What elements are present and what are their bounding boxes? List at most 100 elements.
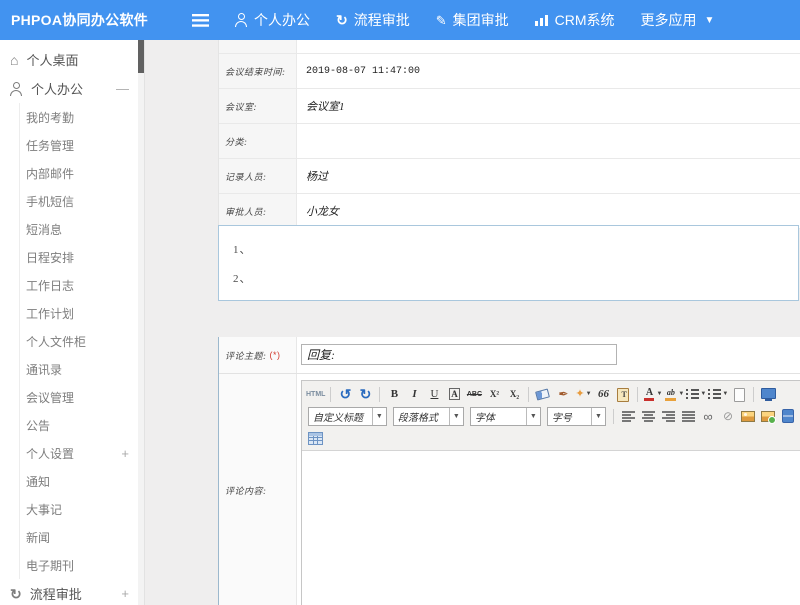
page-icon xyxy=(733,388,745,401)
sidebar-internal-mail[interactable]: 内部邮件 xyxy=(19,159,144,187)
heading-select[interactable]: 自定义标题▼ xyxy=(308,407,387,426)
remove-format-button[interactable] xyxy=(534,385,552,403)
unordered-list-button[interactable]: ▼ xyxy=(708,385,728,403)
font-family-select-value: 字体 xyxy=(471,409,526,424)
align-left-button[interactable] xyxy=(619,407,637,425)
sidebar-news-label: 新闻 xyxy=(26,529,50,546)
highlight-color-button[interactable]: ▼ xyxy=(664,385,684,403)
font-family-select[interactable]: 字体▼ xyxy=(470,407,541,426)
fullscreen-button[interactable] xyxy=(759,385,777,403)
nav-crm-system[interactable]: CRM系统 xyxy=(535,10,615,30)
subscript-button[interactable]: X₂ xyxy=(505,385,523,403)
sidebar-personal-office[interactable]: 个人办公— xyxy=(0,74,144,103)
row-empty-value xyxy=(297,40,800,53)
nav-workflow-approval[interactable]: ↻流程审批 xyxy=(336,10,410,30)
required-mark: (*) xyxy=(270,350,281,360)
list-ol-icon xyxy=(686,389,699,400)
justify-button[interactable] xyxy=(679,407,697,425)
insert-link-button[interactable]: ∞ xyxy=(699,407,717,425)
content-line: 1、 xyxy=(233,241,798,257)
list-ul-icon xyxy=(708,389,721,400)
minus-icon[interactable]: — xyxy=(116,82,129,95)
content-line: 2、 xyxy=(233,270,798,286)
toolbar-separator xyxy=(528,387,529,402)
caret-down-icon: ▼ xyxy=(372,408,386,425)
toolbar-separator xyxy=(379,387,380,402)
sidebar-meeting-management[interactable]: 会议管理 xyxy=(19,383,144,411)
sidebar-work-plan[interactable]: 工作计划 xyxy=(19,299,144,327)
nav-group-approval[interactable]: ✎集团审批 xyxy=(436,10,509,30)
comment-subject-input[interactable] xyxy=(301,344,617,365)
nav-personal-office[interactable]: 个人办公 xyxy=(235,10,310,30)
redo-button[interactable]: ↻ xyxy=(356,385,374,403)
hamburger-menu-icon[interactable] xyxy=(192,14,209,27)
sidebar-work-log[interactable]: 工作日志 xyxy=(19,271,144,299)
undo-button[interactable]: ↺ xyxy=(336,385,354,403)
sidebar-work-plan-label: 工作计划 xyxy=(26,305,74,322)
sidebar-schedule-label: 日程安排 xyxy=(26,249,74,266)
font-color-button[interactable]: ▼ xyxy=(643,385,662,403)
sidebar-task-management[interactable]: 任务管理 xyxy=(19,131,144,159)
plus-icon[interactable]: + xyxy=(121,447,129,460)
paragraph-format-select[interactable]: 段落格式▼ xyxy=(393,407,464,426)
comment-content-label-cell: 评论内容: xyxy=(219,374,297,605)
sidebar-notification-label: 通知 xyxy=(26,473,50,490)
sidebar-my-attendance[interactable]: 我的考勤 xyxy=(19,103,144,131)
blockquote-button[interactable]: 66 xyxy=(594,385,612,403)
remove-link-button[interactable]: ⊘ xyxy=(719,407,737,425)
sidebar-short-message[interactable]: 短消息 xyxy=(19,215,144,243)
bold-button[interactable]: B xyxy=(385,385,403,403)
superscript-button[interactable]: X² xyxy=(485,385,503,403)
plus-icon[interactable]: + xyxy=(121,587,129,600)
font-style-box-button[interactable]: A xyxy=(445,385,463,403)
editor-toolbar-row: HTML↺↻BIUAABCX²X₂✒✦▼66▼▼▼▼ xyxy=(305,383,798,405)
sidebar-workflow-approval[interactable]: ↻流程审批+ xyxy=(0,579,144,605)
font-color-icon xyxy=(643,387,655,402)
new-document-button[interactable] xyxy=(730,385,748,403)
italic-button[interactable]: I xyxy=(405,385,423,403)
insert-image-button[interactable] xyxy=(739,407,757,425)
sidebar-personal-file-cabinet[interactable]: 个人文件柜 xyxy=(19,327,144,355)
comment-subject-label-cell: 评论主题: (*) xyxy=(219,337,297,373)
quick-format-button[interactable]: ✦▼ xyxy=(574,385,592,403)
paste-text-button[interactable] xyxy=(614,385,632,403)
sidebar-schedule[interactable]: 日程安排 xyxy=(19,243,144,271)
upload-image-button[interactable] xyxy=(759,407,777,425)
cycle-icon: ↻ xyxy=(10,587,22,601)
highlight-icon xyxy=(664,387,677,402)
sidebar-personal-settings-label: 个人设置 xyxy=(26,445,74,462)
font-size-select[interactable]: 字号▼ xyxy=(547,407,606,426)
html-source-button[interactable]: HTML xyxy=(306,385,325,403)
comment-content-row: 评论内容: HTML↺↻BIUAABCX²X₂✒✦▼66▼▼▼▼自定义标题▼段落… xyxy=(219,374,800,605)
sidebar-scrollbar-thumb[interactable] xyxy=(138,40,144,73)
align-center-button[interactable] xyxy=(639,407,657,425)
html-source-button-label: HTML xyxy=(306,391,325,398)
chart-icon xyxy=(535,14,549,26)
sidebar-news[interactable]: 新闻 xyxy=(19,523,144,551)
editor-toolbar-row: 自定义标题▼段落格式▼字体▼字号▼∞⊘ xyxy=(305,405,798,427)
paragraph-format-select-value: 段落格式 xyxy=(394,409,449,424)
underline-button[interactable]: U xyxy=(425,385,443,403)
sidebar-major-events-label: 大事记 xyxy=(26,501,62,518)
nav-more-apps[interactable]: 更多应用▼ xyxy=(641,10,715,30)
nav-crm-system-label: CRM系统 xyxy=(555,10,615,30)
insert-table-button[interactable] xyxy=(306,429,324,447)
sidebar-notification[interactable]: 通知 xyxy=(19,467,144,495)
ordered-list-button[interactable]: ▼ xyxy=(686,385,706,403)
align-right-button[interactable] xyxy=(659,407,677,425)
insert-media-button[interactable] xyxy=(779,407,797,425)
sidebar-e-journal-label: 电子期刊 xyxy=(26,557,74,574)
sidebar-mobile-sms[interactable]: 手机短信 xyxy=(19,187,144,215)
sidebar-major-events[interactable]: 大事记 xyxy=(19,495,144,523)
sidebar-personal-desktop[interactable]: ⌂个人桌面 xyxy=(0,45,144,74)
sidebar-e-journal[interactable]: 电子期刊 xyxy=(19,551,144,579)
sidebar-announcement[interactable]: 公告 xyxy=(19,411,144,439)
sidebar-contacts[interactable]: 通讯录 xyxy=(19,355,144,383)
editor-content-area[interactable] xyxy=(302,451,800,605)
image-upload-icon xyxy=(760,410,776,423)
strikethrough-button[interactable]: ABC xyxy=(465,385,483,403)
caret-down-icon: ▼ xyxy=(700,391,706,397)
row-category-value xyxy=(297,124,800,158)
format-brush-button[interactable]: ✒ xyxy=(554,385,572,403)
sidebar-personal-settings[interactable]: 个人设置 + xyxy=(19,439,144,467)
